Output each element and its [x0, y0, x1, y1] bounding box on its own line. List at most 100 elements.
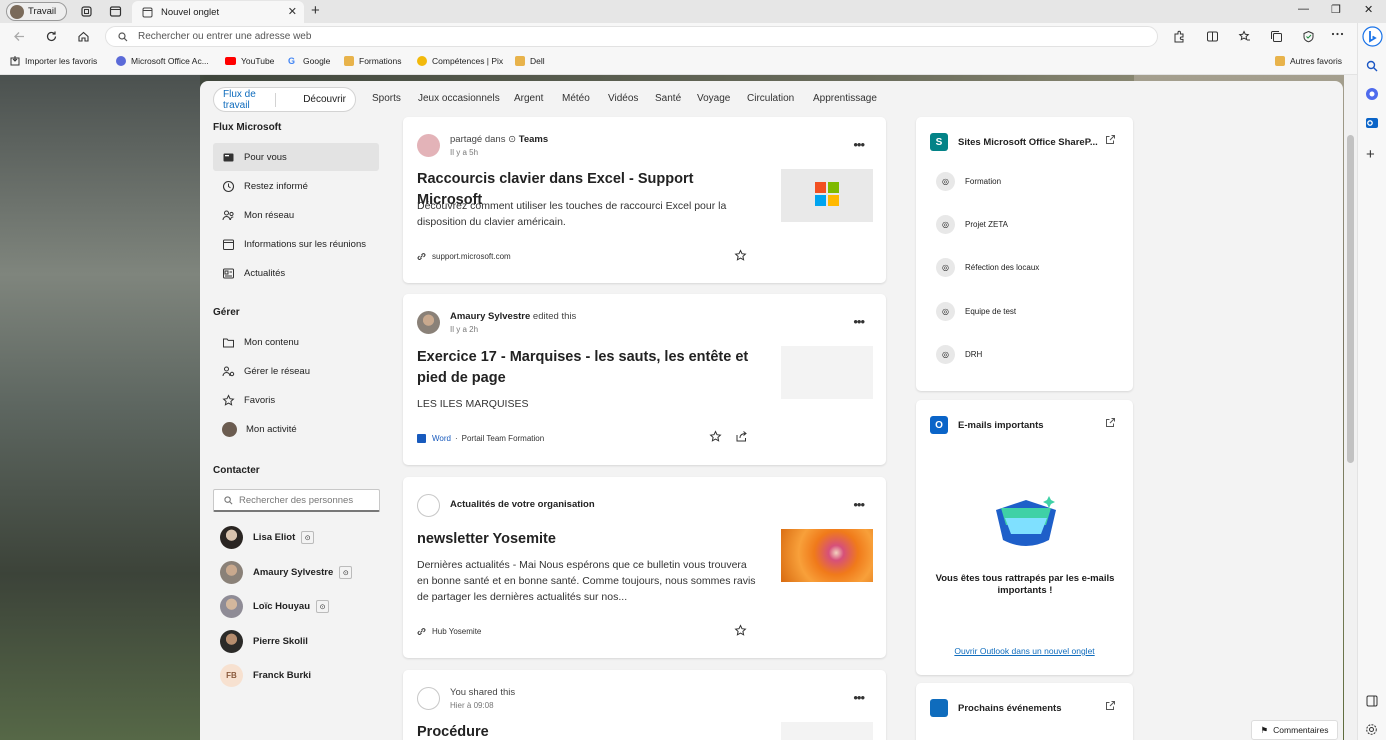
card-source[interactable]: Word · Portail Team Formation	[417, 434, 544, 443]
feedback-button[interactable]: ⚑ Commentaires	[1251, 720, 1338, 740]
tab-category[interactable]: Apprentissage	[813, 93, 877, 104]
open-external-icon[interactable]	[1105, 417, 1116, 428]
maximize-icon[interactable]: ❐	[1331, 3, 1341, 16]
outlook-icon[interactable]	[1365, 116, 1379, 130]
share-icon[interactable]	[735, 430, 748, 443]
card-thumbnail[interactable]	[781, 346, 873, 399]
profile-button[interactable]: Travail	[6, 2, 67, 21]
site-item[interactable]: ◎ Réfection des locaux	[936, 258, 1039, 277]
teams-chat-icon[interactable]: ⊙	[316, 600, 330, 613]
tab-actions-icon[interactable]	[109, 5, 122, 18]
tab-new-tab[interactable]: Nouvel onglet ✕	[132, 1, 304, 23]
home-icon[interactable]	[77, 30, 90, 43]
nav-item-restez-informe[interactable]: Restez informé	[213, 172, 379, 200]
teams-chat-icon[interactable]: ⊙	[339, 566, 353, 579]
nav-item-favoris[interactable]: Favoris	[213, 386, 379, 414]
star-icon[interactable]	[734, 624, 747, 637]
close-window-icon[interactable]: ✕	[1364, 3, 1373, 16]
site-item[interactable]: ◎ Formation	[936, 172, 1001, 191]
favorite-item[interactable]: G Google	[288, 56, 330, 66]
open-external-icon[interactable]	[1105, 700, 1116, 711]
card-thumbnail[interactable]	[781, 529, 873, 582]
more-options-icon[interactable]: •••	[853, 314, 865, 329]
other-favorites[interactable]: Autres favoris	[1275, 56, 1342, 66]
address-bar[interactable]: Rechercher ou entrer une adresse web	[105, 26, 1158, 47]
browser-essentials-icon[interactable]	[1302, 30, 1315, 43]
favorites-icon[interactable]	[1238, 30, 1251, 43]
tab-category[interactable]: Circulation	[747, 93, 794, 104]
nav-item-reunions[interactable]: Informations sur les réunions	[213, 230, 379, 258]
new-tab-button[interactable]: +	[311, 2, 320, 19]
hide-sidebar-icon[interactable]	[1366, 695, 1378, 707]
minimize-icon[interactable]: —	[1298, 3, 1309, 15]
nav-item-gerer-reseau[interactable]: Gérer le réseau	[213, 357, 379, 385]
contact-item[interactable]: Loïc Houyau ⊙	[220, 595, 330, 618]
open-external-icon[interactable]	[1105, 134, 1116, 145]
more-options-icon[interactable]: •••	[853, 497, 865, 512]
nav-item-actualites[interactable]: Actualités	[213, 259, 379, 287]
feed-card[interactable]: Amaury Sylvestre edited this Il y a 2h •…	[403, 294, 886, 465]
tab-decouvrir[interactable]: Découvrir	[294, 94, 355, 105]
nav-item-mon-reseau[interactable]: Mon réseau	[213, 201, 379, 229]
scrollbar-thumb[interactable]	[1347, 135, 1354, 463]
more-icon[interactable]	[1331, 32, 1344, 36]
more-options-icon[interactable]: •••	[853, 690, 865, 705]
contact-item[interactable]: Amaury Sylvestre ⊙	[220, 561, 353, 584]
contact-item[interactable]: FB Franck Burki	[220, 664, 311, 687]
tab-flux-de-travail[interactable]: Flux de travail	[214, 89, 275, 111]
outlook-icon: O	[930, 416, 948, 434]
favorite-item[interactable]: Compétences | Pix	[417, 56, 503, 66]
add-app-icon[interactable]: +	[1366, 146, 1375, 163]
extensions-icon[interactable]	[1172, 30, 1185, 43]
card-thumbnail[interactable]	[781, 722, 873, 740]
star-icon[interactable]	[734, 249, 747, 262]
favorite-item[interactable]: Importer les favoris	[10, 56, 97, 66]
card-thumbnail[interactable]	[781, 169, 873, 222]
contact-item[interactable]: Pierre Skolil	[220, 630, 308, 653]
more-options-icon[interactable]: •••	[853, 137, 865, 152]
site-item[interactable]: ◎ Projet ZETA	[936, 215, 1008, 234]
workspaces-icon[interactable]	[80, 5, 93, 18]
favorite-item[interactable]: Formations	[344, 56, 402, 66]
tab-category[interactable]: Jeux occasionnels	[418, 93, 500, 104]
feed-card[interactable]: You shared this Hier à 09:08 ••• Procédu…	[403, 670, 886, 740]
globe-icon: ◎	[936, 345, 955, 364]
tab-category[interactable]: Argent	[514, 93, 543, 104]
teams-chat-icon[interactable]: ⊙	[301, 531, 315, 544]
nav-item-mon-activite[interactable]: Mon activité	[213, 415, 379, 443]
card-source[interactable]: Hub Yosemite	[417, 627, 481, 636]
page-scrollbar[interactable]	[1344, 75, 1357, 740]
tab-category[interactable]: Santé	[655, 93, 681, 104]
people-search-input[interactable]: Rechercher des personnes	[213, 489, 380, 512]
nav-item-pour-vous[interactable]: Pour vous	[213, 143, 379, 171]
back-arrow-icon[interactable]	[13, 30, 26, 43]
contact-item[interactable]: Lisa Eliot ⊙	[220, 526, 315, 549]
open-outlook-link[interactable]: Ouvrir Outlook dans un nouvel onglet	[916, 646, 1133, 656]
split-screen-icon[interactable]	[1206, 30, 1219, 43]
nav-item-mon-contenu[interactable]: Mon contenu	[213, 328, 379, 356]
card-title[interactable]: newsletter Yosemite	[417, 529, 757, 550]
refresh-icon[interactable]	[45, 30, 58, 43]
settings-gear-icon[interactable]	[1365, 723, 1378, 736]
close-tab-icon[interactable]: ✕	[288, 5, 297, 18]
site-item[interactable]: ◎ Equipe de test	[936, 302, 1016, 321]
card-source[interactable]: support.microsoft.com	[417, 252, 511, 261]
favorite-item[interactable]: Microsoft Office Ac...	[116, 56, 209, 66]
office-app-icon[interactable]	[1365, 87, 1379, 101]
copilot-icon[interactable]	[1362, 26, 1383, 47]
search-icon[interactable]	[1366, 60, 1378, 72]
feed-card[interactable]: Actualités de votre organisation ••• new…	[403, 477, 886, 658]
card-title[interactable]: Exercice 17 - Marquises - les sauts, les…	[417, 347, 757, 389]
collections-icon[interactable]	[1270, 30, 1283, 43]
card-header: S Sites Microsoft Office ShareP...	[930, 133, 1098, 151]
tab-category[interactable]: Vidéos	[608, 93, 638, 104]
tab-category[interactable]: Sports	[372, 93, 401, 104]
favorite-item[interactable]: Dell	[515, 56, 545, 66]
star-icon[interactable]	[709, 430, 722, 443]
favorite-item[interactable]: YouTube	[225, 56, 274, 66]
tab-category[interactable]: Voyage	[697, 93, 730, 104]
card-title[interactable]: Procédure	[417, 722, 757, 740]
tab-category[interactable]: Météo	[562, 93, 590, 104]
site-item[interactable]: ◎ DRH	[936, 345, 982, 364]
feed-card[interactable]: partagé dans ⊙ Teams Il y a 5h ••• Racco…	[403, 117, 886, 283]
